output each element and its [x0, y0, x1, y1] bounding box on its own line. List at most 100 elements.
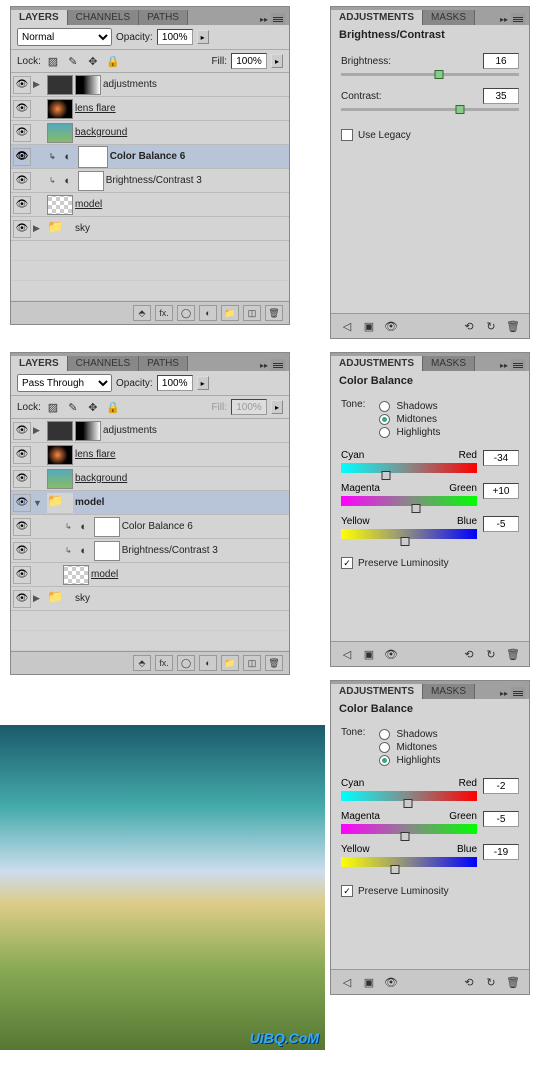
- panel-menu-icon[interactable]: [511, 13, 525, 25]
- visibility-icon[interactable]: 👁: [13, 148, 31, 166]
- lock-paint-icon[interactable]: ✎: [65, 399, 81, 415]
- new-layer-icon[interactable]: ◫: [243, 655, 261, 671]
- lock-position-icon[interactable]: ✥: [85, 399, 101, 415]
- cyan-red-input[interactable]: [483, 778, 519, 794]
- layer-name[interactable]: adjustments: [103, 425, 157, 436]
- tab-adjustments[interactable]: ADJUSTMENTS: [331, 10, 423, 25]
- link-icon[interactable]: ⬘: [133, 305, 151, 321]
- layer-name[interactable]: lens flare: [75, 103, 116, 114]
- trash-icon[interactable]: 🗑: [265, 655, 283, 671]
- magenta-green-input[interactable]: [483, 811, 519, 827]
- brightness-input[interactable]: [483, 53, 519, 69]
- mask-icon[interactable]: ◯: [177, 655, 195, 671]
- back-icon[interactable]: ◁: [339, 318, 355, 334]
- layer-row[interactable]: 👁▶adjustments: [11, 419, 289, 443]
- visibility-icon[interactable]: 👁: [13, 172, 31, 190]
- layer-name[interactable]: adjustments: [103, 79, 157, 90]
- legacy-checkbox[interactable]: [341, 129, 353, 141]
- opacity-input[interactable]: [157, 29, 193, 45]
- layer-name[interactable]: background: [75, 127, 127, 138]
- visibility-icon[interactable]: 👁: [13, 124, 31, 142]
- visibility-icon[interactable]: 👁: [13, 518, 31, 536]
- layer-row[interactable]: 👁↳◐Color Balance 6: [11, 515, 289, 539]
- layer-row[interactable]: 👁▼📁model: [11, 491, 289, 515]
- panel-menu-icon[interactable]: [271, 13, 285, 25]
- visibility-icon[interactable]: 👁: [13, 494, 31, 512]
- tab-masks[interactable]: MASKS: [423, 684, 475, 699]
- contrast-input[interactable]: [483, 88, 519, 104]
- prev-state-icon[interactable]: ⟲: [461, 974, 477, 990]
- tab-paths[interactable]: PATHS: [139, 356, 188, 371]
- collapse-icon[interactable]: ▸▸: [500, 15, 508, 24]
- yellow-blue-input[interactable]: [483, 844, 519, 860]
- blend-mode-select[interactable]: Pass Through: [17, 374, 112, 392]
- cyan-red-slider[interactable]: [341, 791, 477, 801]
- expand-icon[interactable]: ▶: [33, 79, 45, 90]
- visibility-icon[interactable]: 👁: [383, 974, 399, 990]
- lock-all-icon[interactable]: 🔒: [105, 399, 121, 415]
- highlights-radio[interactable]: [379, 427, 390, 438]
- trash-icon[interactable]: 🗑: [505, 974, 521, 990]
- layer-name[interactable]: Brightness/Contrast 3: [122, 545, 218, 556]
- back-icon[interactable]: ◁: [339, 974, 355, 990]
- midtones-radio[interactable]: [379, 742, 390, 753]
- brightness-slider[interactable]: [341, 73, 519, 76]
- clip-icon[interactable]: ▣: [361, 974, 377, 990]
- tab-layers[interactable]: LAYERS: [11, 10, 68, 25]
- layer-row[interactable]: 👁↳◐Color Balance 6: [11, 145, 289, 169]
- shadows-radio[interactable]: [379, 729, 390, 740]
- tab-channels[interactable]: CHANNELS: [68, 10, 139, 25]
- adjustment-icon[interactable]: ◐: [199, 305, 217, 321]
- visibility-icon[interactable]: 👁: [13, 590, 31, 608]
- tab-paths[interactable]: PATHS: [139, 10, 188, 25]
- layer-row[interactable]: 👁 model: [11, 563, 289, 587]
- visibility-icon[interactable]: 👁: [13, 470, 31, 488]
- collapse-icon[interactable]: ▸▸: [260, 361, 268, 370]
- trash-icon[interactable]: 🗑: [265, 305, 283, 321]
- clip-icon[interactable]: ▣: [361, 318, 377, 334]
- adjustment-icon[interactable]: ◐: [199, 655, 217, 671]
- layer-row[interactable]: 👁lens flare: [11, 443, 289, 467]
- yellow-blue-slider[interactable]: [341, 857, 477, 867]
- prev-state-icon[interactable]: ⟲: [461, 318, 477, 334]
- reset-icon[interactable]: ↻: [483, 318, 499, 334]
- layer-row[interactable]: 👁▶adjustments: [11, 73, 289, 97]
- layer-name[interactable]: model: [91, 569, 118, 580]
- visibility-icon[interactable]: 👁: [13, 446, 31, 464]
- mask-icon[interactable]: ◯: [177, 305, 195, 321]
- new-layer-icon[interactable]: ◫: [243, 305, 261, 321]
- layer-name[interactable]: Color Balance 6: [110, 151, 186, 162]
- layer-row[interactable]: 👁model: [11, 193, 289, 217]
- layer-row[interactable]: 👁↳◐Brightness/Contrast 3: [11, 539, 289, 563]
- lock-paint-icon[interactable]: ✎: [65, 53, 81, 69]
- cyan-red-slider[interactable]: [341, 463, 477, 473]
- lock-all-icon[interactable]: 🔒: [105, 53, 121, 69]
- yellow-blue-slider[interactable]: [341, 529, 477, 539]
- preserve-checkbox[interactable]: ✓: [341, 885, 353, 897]
- opacity-arrow[interactable]: ▸: [197, 376, 209, 390]
- layer-row[interactable]: 👁↳◐Brightness/Contrast 3: [11, 169, 289, 193]
- tab-channels[interactable]: CHANNELS: [68, 356, 139, 371]
- fill-arrow[interactable]: ▸: [271, 54, 283, 68]
- layer-row[interactable]: 👁background: [11, 467, 289, 491]
- tab-masks[interactable]: MASKS: [423, 356, 475, 371]
- cyan-red-input[interactable]: [483, 450, 519, 466]
- panel-menu-icon[interactable]: [271, 359, 285, 371]
- blend-mode-select[interactable]: Normal: [17, 28, 112, 46]
- lock-transparency-icon[interactable]: ▨: [45, 53, 61, 69]
- back-icon[interactable]: ◁: [339, 646, 355, 662]
- tab-masks[interactable]: MASKS: [423, 10, 475, 25]
- visibility-icon[interactable]: 👁: [13, 542, 31, 560]
- layer-name[interactable]: model: [75, 497, 104, 508]
- collapse-icon[interactable]: ▸▸: [260, 15, 268, 24]
- visibility-icon[interactable]: 👁: [383, 646, 399, 662]
- layer-name[interactable]: model: [75, 199, 102, 210]
- panel-menu-icon[interactable]: [511, 359, 525, 371]
- fill-input[interactable]: [231, 53, 267, 69]
- preserve-checkbox[interactable]: ✓: [341, 557, 353, 569]
- trash-icon[interactable]: 🗑: [505, 318, 521, 334]
- lock-position-icon[interactable]: ✥: [85, 53, 101, 69]
- visibility-icon[interactable]: 👁: [13, 566, 31, 584]
- lock-transparency-icon[interactable]: ▨: [45, 399, 61, 415]
- layer-name[interactable]: sky: [75, 223, 90, 234]
